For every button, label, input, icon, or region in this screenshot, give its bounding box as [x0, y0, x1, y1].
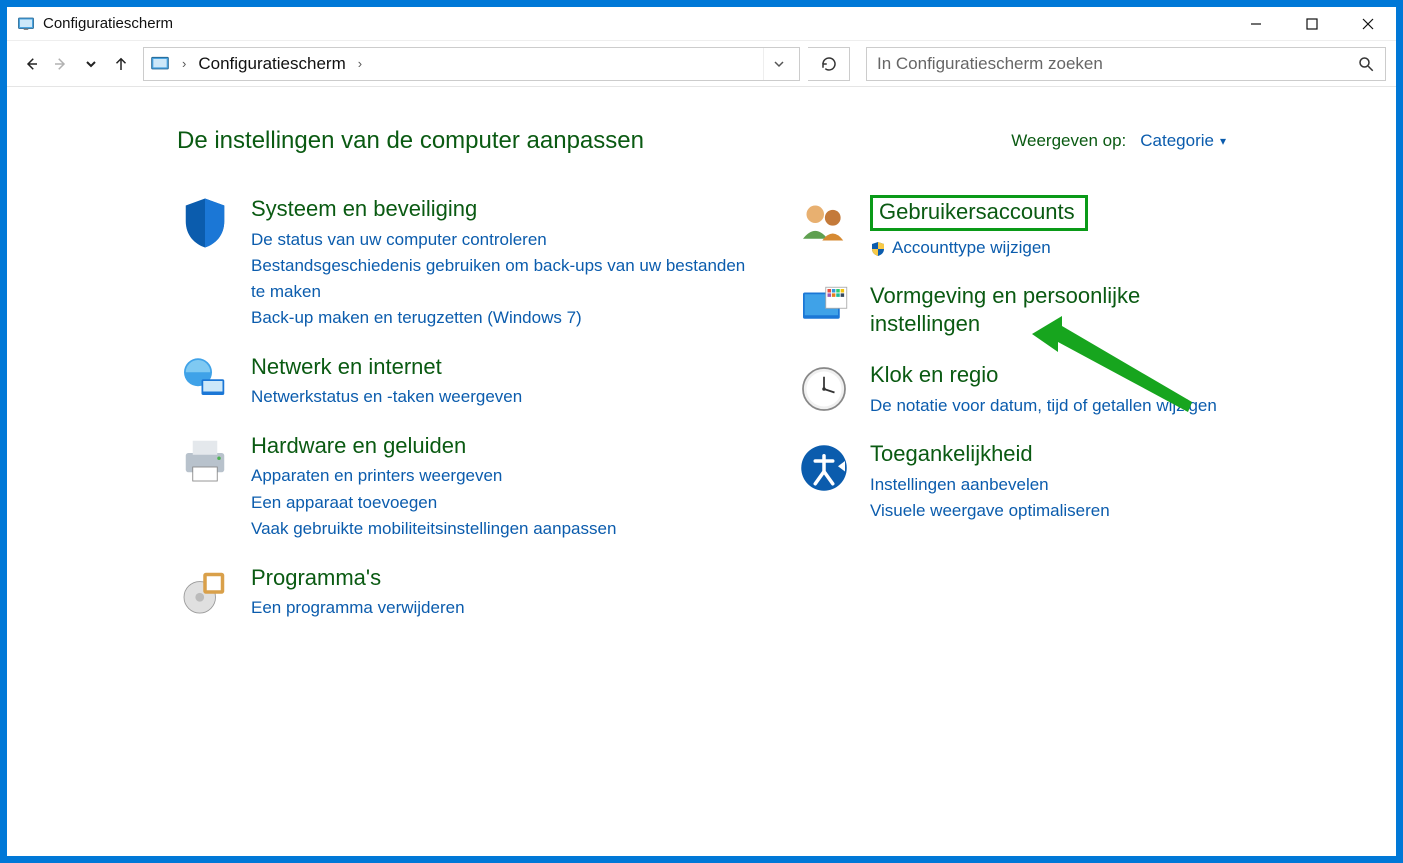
uac-shield-icon — [870, 239, 886, 255]
content-area: De instellingen van de computer aanpasse… — [7, 87, 1396, 856]
category-sublink[interactable]: Accounttype wijzigen — [870, 235, 1226, 261]
address-bar[interactable]: › Configuratiescherm › — [143, 47, 800, 81]
category-title[interactable]: Systeem en beveiliging — [251, 195, 477, 223]
minimize-button[interactable] — [1228, 7, 1284, 40]
user-accounts-icon — [796, 195, 852, 251]
window-controls — [1228, 7, 1396, 40]
address-dropdown-button[interactable] — [763, 48, 793, 80]
page-heading: De instellingen van de computer aanpasse… — [177, 127, 644, 155]
category-sublink[interactable]: Netwerkstatus en -taken weergeven — [251, 384, 756, 410]
category-title[interactable]: Netwerk en internet — [251, 353, 442, 381]
view-by-value-text: Categorie — [1140, 131, 1214, 151]
appearance-icon — [796, 282, 852, 338]
address-control-panel-icon — [150, 54, 170, 74]
printer-icon — [177, 432, 233, 488]
shield-icon — [177, 195, 233, 251]
refresh-button[interactable] — [808, 47, 850, 81]
category-sublink[interactable]: Back-up maken en terugzetten (Windows 7) — [251, 305, 756, 331]
category-title[interactable]: Hardware en geluiden — [251, 432, 466, 460]
category-columns: Systeem en beveiliging De status van uw … — [177, 195, 1226, 621]
category-title[interactable]: Programma's — [251, 564, 381, 592]
category-system-security: Systeem en beveiliging De status van uw … — [177, 195, 756, 331]
heading-row: De instellingen van de computer aanpasse… — [177, 127, 1226, 155]
window-title: Configuratiescherm — [43, 15, 173, 32]
search-box[interactable] — [866, 47, 1386, 81]
forward-button[interactable] — [47, 50, 75, 78]
sublink-text: Accounttype wijzigen — [892, 235, 1051, 261]
search-input[interactable] — [877, 54, 1357, 74]
navigation-bar: › Configuratiescherm › — [7, 41, 1396, 87]
category-clock-region: Klok en regio De notatie voor datum, tij… — [796, 361, 1226, 418]
category-sublink[interactable]: Een programma verwijderen — [251, 595, 756, 621]
category-title-highlighted[interactable]: Gebruikersaccounts — [870, 195, 1088, 231]
view-by-value[interactable]: Categorie ▾ — [1140, 131, 1226, 151]
category-title[interactable]: Toegankelijkheid — [870, 440, 1033, 468]
back-button[interactable] — [17, 50, 45, 78]
breadcrumb-chevron-icon[interactable]: › — [354, 56, 366, 71]
view-by: Weergeven op: Categorie ▾ — [1011, 131, 1226, 151]
titlebar: Configuratiescherm — [7, 7, 1396, 41]
chevron-down-icon: ▾ — [1220, 134, 1226, 148]
nav-arrows — [17, 50, 135, 78]
breadcrumb-item[interactable]: Configuratiescherm — [198, 54, 345, 74]
category-programs: Programma's Een programma verwijderen — [177, 564, 756, 621]
category-network: Netwerk en internet Netwerkstatus en -ta… — [177, 353, 756, 410]
breadcrumb-chevron-icon[interactable]: › — [178, 56, 190, 71]
category-user-accounts: Gebruikersaccounts Accounttype wijzigen — [796, 195, 1226, 260]
globe-network-icon — [177, 353, 233, 409]
control-panel-window: Configuratiescherm › Configuratiescherm … — [6, 6, 1397, 857]
category-sublink[interactable]: Een apparaat toevoegen — [251, 490, 756, 516]
category-sublink[interactable]: Apparaten en printers weergeven — [251, 463, 756, 489]
category-title[interactable]: Vormgeving en persoonlijke instellingen — [870, 282, 1226, 337]
category-sublink[interactable]: Instellingen aanbevelen — [870, 472, 1226, 498]
left-column: Systeem en beveiliging De status van uw … — [177, 195, 756, 621]
right-column: Gebruikersaccounts Accounttype wijzigen — [796, 195, 1226, 621]
category-accessibility: Toegankelijkheid Instellingen aanbevelen… — [796, 440, 1226, 524]
category-sublink[interactable]: Visuele weergave optimaliseren — [870, 498, 1226, 524]
clock-icon — [796, 361, 852, 417]
close-button[interactable] — [1340, 7, 1396, 40]
category-sublink[interactable]: De status van uw computer controleren — [251, 227, 756, 253]
maximize-button[interactable] — [1284, 7, 1340, 40]
category-sublink[interactable]: De notatie voor datum, tijd of getallen … — [870, 393, 1226, 419]
category-hardware: Hardware en geluiden Apparaten en printe… — [177, 432, 756, 542]
recent-locations-button[interactable] — [77, 50, 105, 78]
up-button[interactable] — [107, 50, 135, 78]
category-title[interactable]: Klok en regio — [870, 361, 998, 389]
view-by-label: Weergeven op: — [1011, 131, 1126, 151]
control-panel-app-icon — [17, 15, 35, 33]
category-sublink[interactable]: Bestandsgeschiedenis gebruiken om back-u… — [251, 253, 756, 304]
category-appearance: Vormgeving en persoonlijke instellingen — [796, 282, 1226, 339]
search-icon[interactable] — [1357, 55, 1375, 73]
accessibility-icon — [796, 440, 852, 496]
category-sublink[interactable]: Vaak gebruikte mobiliteitsinstellingen a… — [251, 516, 756, 542]
programs-icon — [177, 564, 233, 620]
